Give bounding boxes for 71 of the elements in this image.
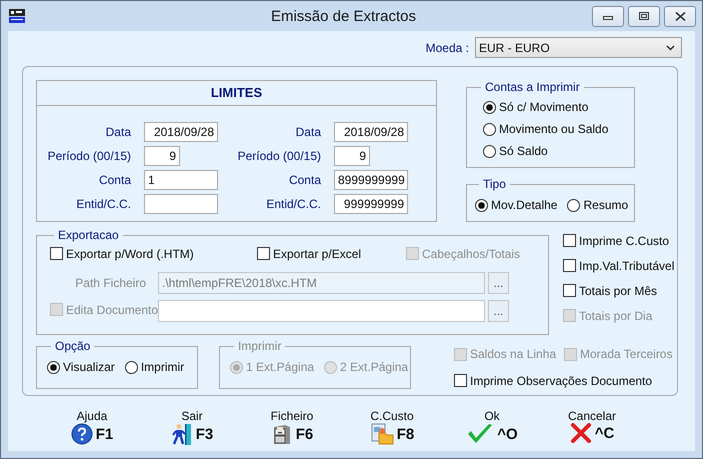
- cancel-icon: [570, 423, 592, 443]
- checkbox[interactable]: [50, 247, 63, 260]
- limits-title: LIMITES: [37, 81, 436, 106]
- field-label: Entid/C.C.: [75, 197, 131, 211]
- field-label: Período (00/15): [236, 149, 321, 163]
- input-field[interactable]: [144, 194, 218, 214]
- currency-label: Moeda :: [426, 40, 469, 54]
- field-label: Data: [104, 125, 131, 139]
- checkbox[interactable]: [454, 374, 467, 387]
- group-title: Imprimir: [237, 339, 282, 353]
- person-door-icon: [170, 423, 193, 445]
- field-label: Path Ficheiro: [74, 276, 146, 290]
- radio-label[interactable]: Só c/ Movimento: [499, 100, 588, 114]
- maximize-icon: [639, 12, 649, 20]
- checkbox-label[interactable]: Imprime Observações Documento: [470, 374, 652, 388]
- radio-button[interactable]: [124, 360, 138, 374]
- close-button[interactable]: [664, 6, 696, 26]
- window-title: Emissão de Extractos: [270, 8, 418, 24]
- checkbox-label[interactable]: Exportar p/Word (.HTM): [66, 246, 194, 261]
- field-label: Período (00/15): [46, 149, 131, 163]
- checkbox-label[interactable]: Imprime C.Custo: [579, 234, 670, 248]
- toolbar-button[interactable]: C.Custo F8: [342, 409, 442, 445]
- input-field[interactable]: 9: [334, 146, 370, 166]
- checkbox[interactable]: [563, 259, 576, 272]
- radio-label[interactable]: Visualizar: [63, 360, 115, 374]
- checkbox-label[interactable]: Imp.Val.Tributável: [579, 258, 674, 272]
- group-title: Contas a Imprimir: [484, 80, 581, 94]
- checkbox[interactable]: [257, 247, 270, 260]
- chevron-down-icon: [666, 44, 675, 50]
- field-label: Entid/C.C.: [265, 197, 321, 211]
- radio-label[interactable]: Só Saldo: [499, 144, 548, 158]
- input-field[interactable]: 999999999: [334, 194, 408, 214]
- group-title: Opção: [54, 339, 92, 353]
- radio-button[interactable]: [47, 360, 60, 374]
- radio-button[interactable]: [567, 198, 580, 212]
- radio-label[interactable]: Movimento ou Saldo: [499, 122, 608, 136]
- input-field[interactable]: 2018/09/28: [334, 122, 408, 142]
- input-field[interactable]: 9: [144, 146, 180, 166]
- currency-dropdown[interactable]: EUR - EURO: [475, 37, 682, 58]
- help-icon: [70, 423, 93, 445]
- minimize-button[interactable]: [592, 6, 624, 26]
- toolbar-button[interactable]: Ficheiro F6: [242, 409, 342, 445]
- checkbox[interactable]: [563, 234, 576, 247]
- close-icon: [674, 12, 686, 20]
- radio-label[interactable]: Imprimir: [140, 360, 184, 374]
- toolbar-button[interactable]: Ajuda F1: [42, 409, 142, 445]
- toolbar-button[interactable]: Cancelar ^C: [542, 409, 642, 445]
- radio-label[interactable]: Resumo: [583, 198, 628, 212]
- checkbox-label[interactable]: Exportar p/Excel: [273, 246, 362, 261]
- radio-button[interactable]: [483, 100, 496, 114]
- checkbox[interactable]: [563, 284, 576, 297]
- group-title: Exportacao: [57, 228, 120, 242]
- toolbar-button[interactable]: Ok ^O: [442, 409, 542, 445]
- radio-button[interactable]: [475, 198, 488, 212]
- group-title: Tipo: [482, 177, 507, 191]
- field-label: Data: [294, 125, 321, 139]
- input-field[interactable]: 2018/09/28: [144, 122, 218, 142]
- field-label: Conta: [98, 173, 131, 187]
- toolbar-button[interactable]: Sair F3: [142, 409, 242, 445]
- radio-button[interactable]: [483, 144, 496, 158]
- check-icon: [466, 423, 494, 445]
- input-field[interactable]: 8999999999: [334, 170, 408, 190]
- checkbox-label[interactable]: Totais por Mês: [579, 284, 658, 298]
- app-icon: [9, 9, 25, 23]
- document-folder-icon: [370, 423, 394, 445]
- radio-button[interactable]: [483, 122, 496, 136]
- input-field[interactable]: [158, 300, 485, 322]
- radio-label[interactable]: Mov.Detalhe: [491, 198, 558, 212]
- maximize-button[interactable]: [628, 6, 660, 26]
- field-label: Conta: [288, 173, 321, 187]
- input-field[interactable]: 1: [144, 170, 218, 190]
